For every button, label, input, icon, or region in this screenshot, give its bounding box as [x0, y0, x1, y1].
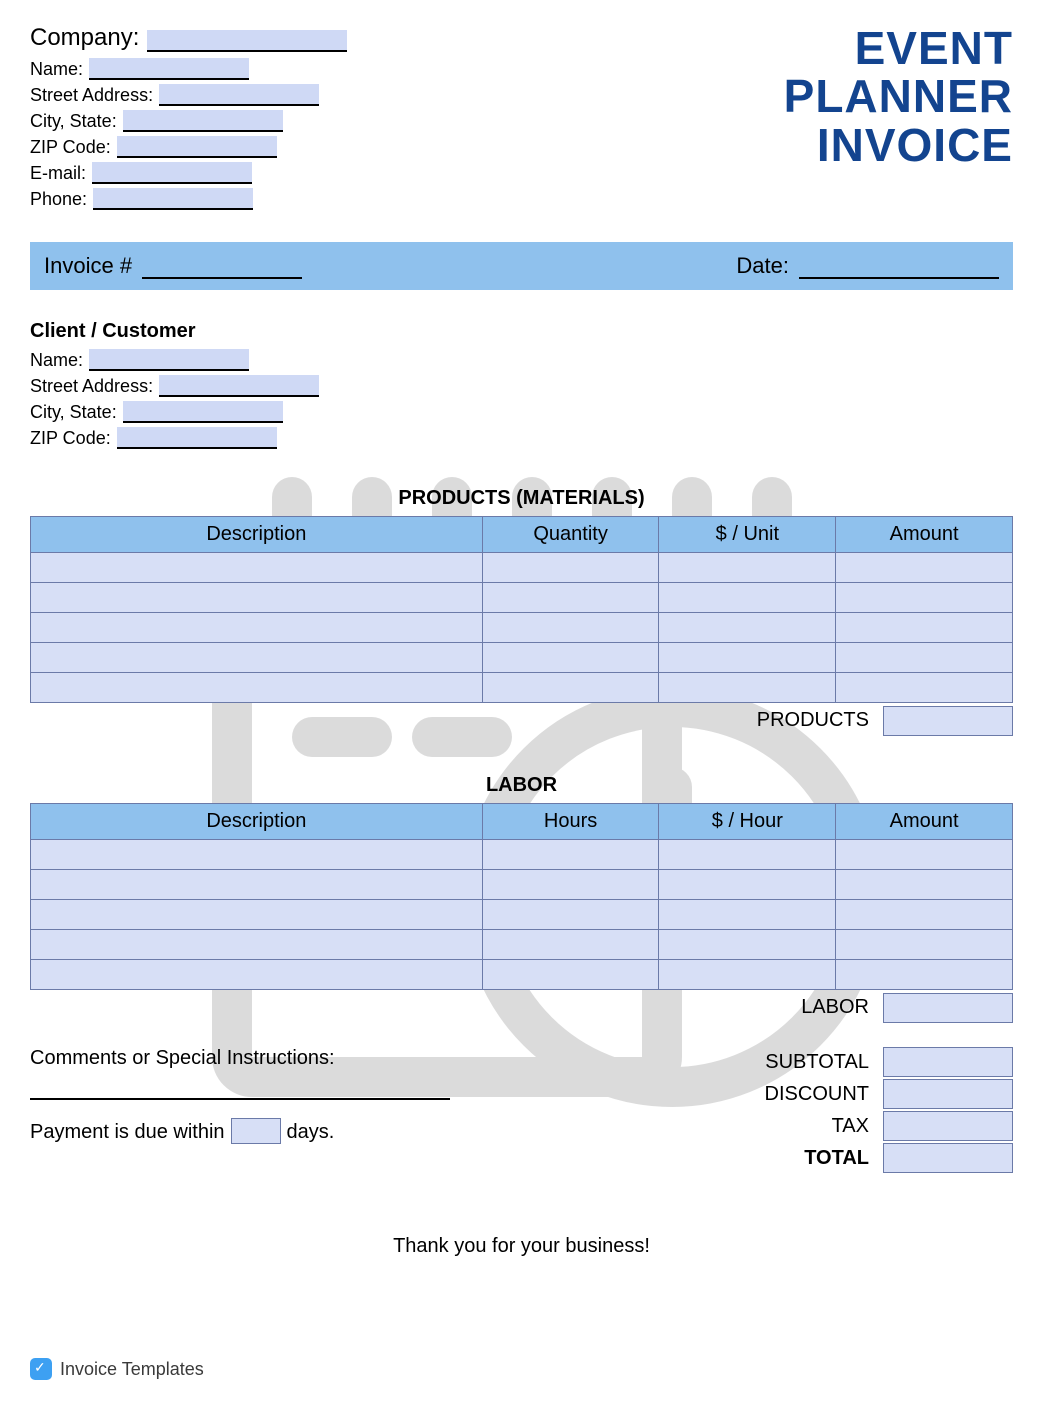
- invoice-date-input[interactable]: [799, 257, 999, 279]
- labor-subtotal-box[interactable]: [883, 993, 1013, 1023]
- labor-table: Description Hours $ / Hour Amount: [30, 803, 1013, 990]
- tax-label: TAX: [743, 1115, 883, 1138]
- client-name-label: Name:: [30, 350, 83, 371]
- company-input[interactable]: [147, 30, 347, 52]
- company-zip-label: ZIP Code:: [30, 137, 111, 158]
- table-row: [31, 960, 1013, 990]
- discount-label: DISCOUNT: [743, 1083, 883, 1106]
- company-street-input[interactable]: [159, 84, 319, 106]
- brand-name: Invoice Templates: [60, 1359, 204, 1380]
- total-label: TOTAL: [743, 1147, 883, 1170]
- products-subtotal-label: PRODUCTS: [743, 705, 883, 736]
- labor-subtotal-label: LABOR: [787, 992, 883, 1023]
- client-block: Client / Customer Name: Street Address: …: [30, 320, 1013, 449]
- company-city-state-label: City, State:: [30, 111, 117, 132]
- products-col-amount: Amount: [836, 517, 1013, 553]
- table-row: [31, 870, 1013, 900]
- products-table: Description Quantity $ / Unit Amount: [30, 516, 1013, 703]
- subtotal-label: SUBTOTAL: [743, 1051, 883, 1074]
- thank-you-message: Thank you for your business!: [30, 1235, 1013, 1258]
- client-city-state-label: City, State:: [30, 402, 117, 423]
- invoice-bar: Invoice # Date:: [30, 242, 1013, 290]
- products-col-desc: Description: [31, 517, 483, 553]
- footer-brand: Invoice Templates: [30, 1358, 204, 1380]
- company-block: Company: Name: Street Address: City, Sta…: [30, 24, 347, 214]
- invoice-number-input[interactable]: [142, 257, 302, 279]
- total-box[interactable]: [883, 1143, 1013, 1173]
- table-row: [31, 553, 1013, 583]
- totals-block: SUBTOTAL DISCOUNT TAX TOTAL: [743, 1047, 1013, 1175]
- document-title: EVENT PLANNER INVOICE: [784, 24, 1013, 169]
- company-email-label: E-mail:: [30, 163, 86, 184]
- invoice-number-label: Invoice #: [44, 253, 132, 279]
- company-phone-input[interactable]: [93, 188, 253, 210]
- title-line-2: PLANNER: [784, 72, 1013, 120]
- client-zip-label: ZIP Code:: [30, 428, 111, 449]
- labor-tbody: [31, 840, 1013, 990]
- table-row: [31, 840, 1013, 870]
- products-tbody: [31, 553, 1013, 703]
- labor-col-rate: $ / Hour: [659, 804, 836, 840]
- company-city-state-input[interactable]: [123, 110, 283, 132]
- products-section-title: PRODUCTS (MATERIALS): [30, 487, 1013, 510]
- table-row: [31, 613, 1013, 643]
- comments-label: Comments or Special Instructions:: [30, 1047, 571, 1070]
- client-zip-input[interactable]: [117, 427, 277, 449]
- labor-col-amount: Amount: [836, 804, 1013, 840]
- company-name-label: Name:: [30, 59, 83, 80]
- company-zip-input[interactable]: [117, 136, 277, 158]
- discount-box[interactable]: [883, 1079, 1013, 1109]
- payment-days-input[interactable]: [231, 1118, 281, 1144]
- company-phone-label: Phone:: [30, 189, 87, 210]
- client-street-label: Street Address:: [30, 376, 153, 397]
- labor-col-hours: Hours: [482, 804, 659, 840]
- client-header: Client / Customer: [30, 320, 1013, 343]
- title-line-3: INVOICE: [784, 121, 1013, 169]
- invoice-date-label: Date:: [736, 253, 789, 279]
- labor-section-title: LABOR: [30, 774, 1013, 797]
- table-row: [31, 930, 1013, 960]
- table-row: [31, 583, 1013, 613]
- comments-input[interactable]: [30, 1074, 450, 1100]
- company-label: Company:: [30, 24, 139, 52]
- labor-col-desc: Description: [31, 804, 483, 840]
- products-subtotal-box[interactable]: [883, 706, 1013, 736]
- table-row: [31, 643, 1013, 673]
- payment-suffix: days.: [287, 1121, 335, 1144]
- products-col-unit: $ / Unit: [659, 517, 836, 553]
- company-email-input[interactable]: [92, 162, 252, 184]
- table-row: [31, 673, 1013, 703]
- brand-logo-icon: [30, 1358, 52, 1380]
- table-row: [31, 900, 1013, 930]
- client-street-input[interactable]: [159, 375, 319, 397]
- client-name-input[interactable]: [89, 349, 249, 371]
- subtotal-box[interactable]: [883, 1047, 1013, 1077]
- company-street-label: Street Address:: [30, 85, 153, 106]
- company-name-input[interactable]: [89, 58, 249, 80]
- comments-block: Comments or Special Instructions: Paymen…: [30, 1047, 571, 1175]
- client-city-state-input[interactable]: [123, 401, 283, 423]
- tax-box[interactable]: [883, 1111, 1013, 1141]
- title-line-1: EVENT: [784, 24, 1013, 72]
- payment-prefix: Payment is due within: [30, 1121, 225, 1144]
- products-col-qty: Quantity: [482, 517, 659, 553]
